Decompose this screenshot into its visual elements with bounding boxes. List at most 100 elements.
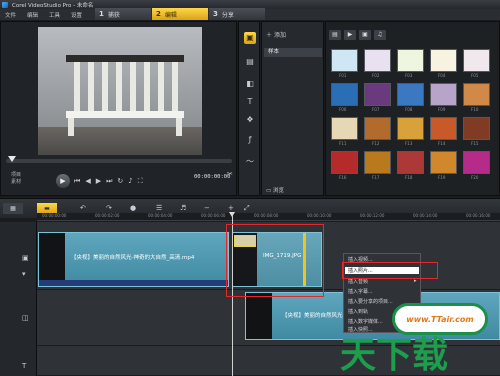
media-thumbnail[interactable]: F15 <box>463 117 490 146</box>
filter-fx-icon[interactable]: ƒ <box>244 134 256 146</box>
record-capture-icon[interactable]: ● <box>130 204 136 212</box>
media-thumbnail[interactable]: F14 <box>430 117 457 146</box>
prev-frame-icon[interactable]: ◀ <box>85 177 90 185</box>
ctx-item-insert-project[interactable]: 插入要分享的项目... <box>348 298 393 305</box>
media-thumbnail[interactable]: F05 <box>463 49 490 78</box>
ctx-item-insert-snapshot[interactable]: 插入快照... <box>348 326 373 333</box>
media-thumbnail[interactable]: F09 <box>430 83 457 112</box>
media-thumbnail[interactable]: F19 <box>430 151 457 180</box>
preview-window[interactable] <box>38 27 202 155</box>
mixer-icon[interactable]: ☰ <box>156 204 162 212</box>
add-folder-label: 添加 <box>273 32 286 39</box>
ctx-item-insert-digital-media[interactable]: 插入数字媒体... <box>348 318 383 325</box>
timecode-display[interactable]: 00:00:00:00 <box>194 174 230 180</box>
media-thumbnail[interactable]: F13 <box>397 117 424 146</box>
split-clip-icon[interactable]: ✂ <box>227 170 233 178</box>
scrub-bar[interactable] <box>6 156 232 163</box>
menu-edit[interactable]: 编辑 <box>27 11 38 19</box>
ctx-item-insert-track[interactable]: 插入到轨 <box>348 308 368 315</box>
go-end-icon[interactable]: ⏭ <box>106 177 112 186</box>
video-clip[interactable]: 【央视】美丽的自然风光-神奇的大自然_高清.mp4 <box>38 232 229 287</box>
show-photo-icon[interactable]: ▣ <box>359 30 371 40</box>
show-video-icon[interactable]: ▶ <box>344 30 356 40</box>
transition-icon[interactable]: ◧ <box>244 78 256 90</box>
browse-button[interactable]: ▭ 浏览 <box>266 186 284 194</box>
watermark-logo: 天下载 <box>340 335 449 376</box>
menu-file[interactable]: 文件 <box>5 11 16 19</box>
ruler-tick-label: 00:00:10:00 <box>307 213 332 218</box>
ctx-item-insert-audio[interactable]: 插入音频 <box>348 278 368 285</box>
media-thumbnail-image <box>430 117 457 140</box>
project-mode-label[interactable]: 项目 <box>11 172 21 179</box>
media-thumbnail[interactable]: F16 <box>331 151 358 180</box>
video-track-icon[interactable]: ▣ <box>22 254 29 262</box>
media-thumbnail[interactable]: F06 <box>331 83 358 112</box>
media-thumbnail-image <box>331 49 358 72</box>
menu-settings[interactable]: 设置 <box>71 11 82 19</box>
media-thumbnail[interactable]: F02 <box>364 49 391 78</box>
media-thumbnail-label: F17 <box>372 175 380 180</box>
media-thumbnail[interactable]: F04 <box>430 49 457 78</box>
overlay-track-icon[interactable]: ◫ <box>22 314 29 322</box>
tab-edit[interactable]: 2 编辑 <box>152 8 208 20</box>
media-thumbnail[interactable]: F12 <box>364 117 391 146</box>
folder-sample[interactable]: 样本 <box>264 48 322 57</box>
zoom-out-icon[interactable]: − <box>204 204 210 212</box>
show-audio-icon[interactable]: ♫ <box>374 30 386 40</box>
annotation-box-photo-clip <box>226 224 324 297</box>
fit-project-icon[interactable]: ⤢ <box>244 204 250 213</box>
title-icon[interactable]: T <box>244 96 256 108</box>
add-folder-button[interactable]: ＋ 添加 <box>266 30 286 39</box>
media-thumbnail-label: F15 <box>471 141 479 146</box>
tab-edit-label: 编辑 <box>164 11 177 19</box>
media-thumbnail[interactable]: F11 <box>331 117 358 146</box>
media-thumbnail-label: F05 <box>471 73 479 78</box>
media-thumbnail-image <box>331 151 358 174</box>
repeat-icon[interactable]: ↻ <box>117 177 123 185</box>
import-folder-icon[interactable]: ▤ <box>329 30 341 40</box>
clip-mode-label[interactable]: 素材 <box>11 179 21 186</box>
ctx-item-insert-title[interactable]: 插入字幕... <box>348 288 373 295</box>
tab-capture-label: 捕获 <box>107 11 120 19</box>
media-thumbnail[interactable]: F03 <box>397 49 424 78</box>
menu-tools[interactable]: 工具 <box>49 11 60 19</box>
media-thumbnail-label: F20 <box>471 175 479 180</box>
redo-icon[interactable]: ↷ <box>106 204 112 212</box>
media-thumbnail[interactable]: F07 <box>364 83 391 112</box>
ruler-tick-label: 00:00:06:00 <box>201 213 226 218</box>
auto-music-icon[interactable]: ♬ <box>180 204 186 212</box>
media-thumbnail[interactable]: F08 <box>397 83 424 112</box>
volume-icon[interactable]: ♪ <box>128 177 132 185</box>
ruler-tick-label: 00:00:14:00 <box>413 213 438 218</box>
crib-bar <box>172 62 178 114</box>
tab-edit-number: 2 <box>156 10 161 18</box>
media-thumbnail[interactable]: F20 <box>463 151 490 180</box>
media-thumbnail[interactable]: F10 <box>463 83 490 112</box>
next-frame-icon[interactable]: ▶ <box>96 177 101 185</box>
undo-icon[interactable]: ↶ <box>80 204 86 212</box>
crib-bar <box>102 62 108 114</box>
instant-project-icon[interactable]: ▤ <box>244 56 256 68</box>
timeline-ruler[interactable]: 00:00:00:00 00:00:02:00 00:00:04:00 00:0… <box>37 213 500 221</box>
media-library-icon[interactable]: ▣ <box>244 32 256 44</box>
media-thumbnail-label: F19 <box>438 175 446 180</box>
path-icon[interactable]: 〜 <box>244 156 256 168</box>
go-start-icon[interactable]: ⏮ <box>74 177 80 186</box>
media-thumbnail[interactable]: F01 <box>331 49 358 78</box>
scrub-handle[interactable] <box>8 156 16 162</box>
play-button[interactable]: ▶ <box>56 174 70 188</box>
title-track-icon[interactable]: T <box>22 362 26 370</box>
zoom-in-icon[interactable]: + <box>228 204 234 212</box>
storyboard-view-button[interactable]: ▦ <box>3 203 23 214</box>
track-headers: ▣ ▾ ◫ T <box>0 222 37 376</box>
workflow-tabs: 1 捕获 2 编辑 3 分享 <box>95 8 266 20</box>
tab-share[interactable]: 3 分享 <box>209 8 265 20</box>
crib-bar <box>130 62 136 114</box>
media-thumbnail[interactable]: F17 <box>364 151 391 180</box>
track-toggle-icon[interactable]: ▾ <box>22 270 26 278</box>
fullscreen-icon[interactable]: ⛶ <box>138 177 143 186</box>
tab-capture[interactable]: 1 捕获 <box>95 8 151 20</box>
media-thumbnail[interactable]: F18 <box>397 151 424 180</box>
media-thumbnail-label: F18 <box>405 175 413 180</box>
graphics-icon[interactable]: ❖ <box>244 114 256 126</box>
